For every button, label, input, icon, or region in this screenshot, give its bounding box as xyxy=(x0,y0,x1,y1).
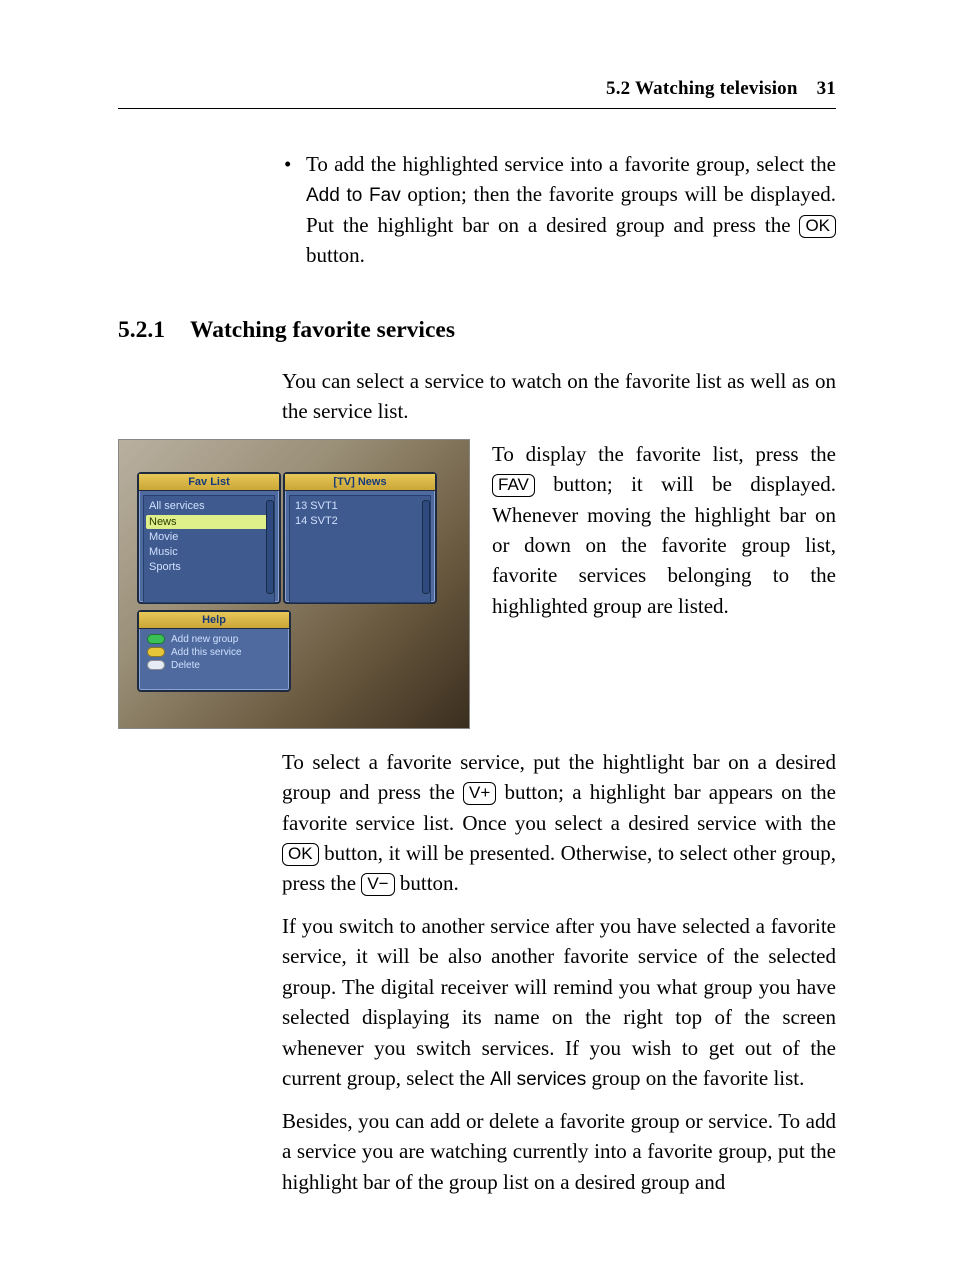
section-title: Watching favorite services xyxy=(190,317,455,343)
color-chip-green xyxy=(147,634,165,644)
p2-a: If you switch to another service after y… xyxy=(282,914,836,1090)
aside-a: To display the favorite list, press the xyxy=(492,442,836,466)
keycap-v-plus: V+ xyxy=(463,782,496,805)
intro-paragraph: You can select a service to watch on the… xyxy=(282,366,836,427)
color-chip-yellow xyxy=(147,647,165,657)
option-add-to-fav: Add to Fav xyxy=(306,185,401,206)
option-all-services: All services xyxy=(490,1069,586,1090)
scrollbar xyxy=(266,500,274,594)
p1-d: button. xyxy=(395,871,459,895)
p2-b: group on the favorite list. xyxy=(586,1066,804,1090)
help-item: Add new group xyxy=(141,633,287,646)
bullet-add-to-fav: To add the highlighted service into a fa… xyxy=(282,149,836,271)
bullet-text-a: To add the highlighted service into a fa… xyxy=(306,152,836,176)
paragraph-select-favorite: To select a favorite service, put the hi… xyxy=(282,747,836,899)
panel-title-fav: Fav List xyxy=(139,474,279,491)
keycap-ok: OK xyxy=(799,215,836,238)
service-item: 14 SVT2 xyxy=(295,514,425,529)
section-number: 5.2.1 xyxy=(118,317,190,344)
scrollbar xyxy=(422,500,430,594)
header-page-number: 31 xyxy=(817,78,836,99)
paragraph-switch-service: If you switch to another service after y… xyxy=(282,911,836,1094)
help-label: Add new group xyxy=(171,634,238,645)
color-chip-white xyxy=(147,660,165,670)
keycap-ok: OK xyxy=(282,843,319,866)
keycap-v-minus: V− xyxy=(361,873,394,896)
group-item: Music xyxy=(149,545,269,560)
screenshot-fav-list: Fav List All services News Movie Music S… xyxy=(118,439,470,729)
help-label: Add this service xyxy=(171,647,242,658)
paragraph-add-delete: Besides, you can add or delete a favorit… xyxy=(282,1106,836,1197)
group-item-selected: News xyxy=(146,515,272,530)
panel-title-help: Help xyxy=(139,612,289,629)
running-header: 5.2 Watching television 31 xyxy=(118,78,836,109)
keycap-fav: FAV xyxy=(492,474,535,497)
section-heading: 5.2.1Watching favorite services xyxy=(118,317,836,344)
help-item: Delete xyxy=(141,659,287,672)
header-section: 5.2 Watching television xyxy=(606,78,798,99)
aside-b: button; it will be displayed. Whenever m… xyxy=(492,472,836,618)
group-item: Sports xyxy=(149,560,269,575)
service-item: 13 SVT1 xyxy=(295,499,425,514)
help-item: Add this service xyxy=(141,646,287,659)
panel-title-tv: [TV] News xyxy=(285,474,435,491)
group-item: All services xyxy=(149,499,269,514)
help-label: Delete xyxy=(171,660,200,671)
bullet-text-c: button. xyxy=(306,243,365,267)
aside-paragraph: To display the favorite list, press the … xyxy=(492,439,836,729)
group-item: Movie xyxy=(149,530,269,545)
